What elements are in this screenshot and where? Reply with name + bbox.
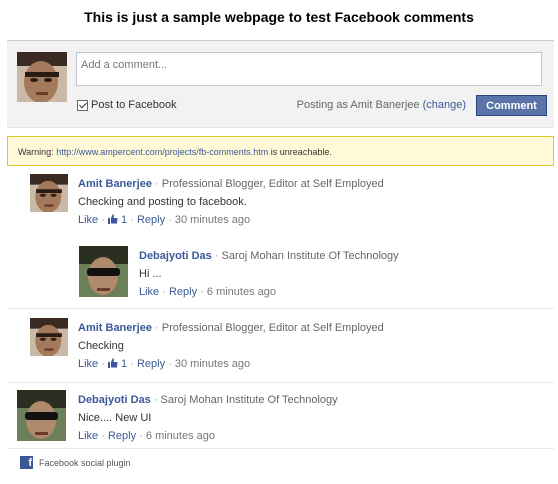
- reply-link[interactable]: Reply: [137, 358, 165, 370]
- likes-count[interactable]: 1: [107, 214, 130, 226]
- comment-time[interactable]: 6 minutes ago: [207, 286, 276, 298]
- divider: [7, 448, 554, 449]
- author-avatar[interactable]: [17, 390, 66, 441]
- comment-button[interactable]: Comment: [476, 95, 547, 116]
- comment-actions: Like · 1 · Reply · 30 minutes ago: [78, 358, 251, 370]
- warning-prefix: Warning:: [18, 147, 54, 157]
- user-avatar: [17, 52, 67, 102]
- author-avatar[interactable]: [79, 246, 128, 297]
- comment-author-link[interactable]: Amit Banerjee: [78, 322, 152, 334]
- post-to-facebook-option[interactable]: Post to Facebook: [77, 99, 177, 111]
- separator: ·: [155, 178, 159, 190]
- author-avatar[interactable]: [30, 318, 68, 356]
- like-link[interactable]: Like: [139, 286, 159, 298]
- thumbs-up-icon: [107, 358, 118, 368]
- comment-author-subtitle: Saroj Mohan Institute Of Technology: [221, 250, 399, 262]
- like-link[interactable]: Like: [78, 214, 98, 226]
- comment-author-subtitle: Saroj Mohan Institute Of Technology: [160, 394, 338, 406]
- likes-count-value: 1: [121, 214, 128, 226]
- warning-suffix: is unreachable.: [270, 147, 332, 157]
- posting-as: Posting as Amit Banerjee (change): [297, 99, 466, 111]
- comment-author-link[interactable]: Amit Banerjee: [78, 178, 152, 190]
- social-plugin-link[interactable]: Facebook social plugin: [39, 458, 131, 468]
- warning-banner: Warning: http://www.ampercent.com/projec…: [7, 136, 554, 166]
- comment-time[interactable]: 30 minutes ago: [175, 358, 250, 370]
- divider: [7, 308, 554, 309]
- comment-text: Checking: [78, 340, 124, 352]
- comment-author-link[interactable]: Debajyoti Das: [78, 394, 151, 406]
- thumbs-up-icon: [107, 214, 118, 224]
- like-link[interactable]: Like: [78, 430, 98, 442]
- likes-count-value: 1: [121, 358, 128, 370]
- facebook-icon[interactable]: f: [20, 456, 33, 469]
- page-title: This is just a sample webpage to test Fa…: [84, 9, 474, 25]
- comment-actions: Like · 1 · Reply · 30 minutes ago: [78, 214, 251, 226]
- comment-actions: Like · Reply · 6 minutes ago: [139, 286, 277, 298]
- like-link[interactable]: Like: [78, 358, 98, 370]
- comment-time[interactable]: 6 minutes ago: [146, 430, 215, 442]
- reply-link[interactable]: Reply: [169, 286, 197, 298]
- comment-text: Nice.... New UI: [78, 412, 152, 424]
- social-plugin-footer: f Facebook social plugin: [20, 456, 131, 469]
- comment-time[interactable]: 30 minutes ago: [175, 214, 250, 226]
- post-to-facebook-checkbox[interactable]: [77, 99, 88, 111]
- comment-author-link[interactable]: Debajyoti Das: [139, 250, 212, 262]
- change-user-link[interactable]: (change): [423, 99, 466, 111]
- comment-composer: Add a comment... Post to Facebook Postin…: [7, 40, 554, 128]
- comment-author-subtitle: Professional Blogger, Editor at Self Emp…: [161, 178, 384, 190]
- comment-input[interactable]: Add a comment...: [76, 52, 542, 86]
- divider: [7, 382, 554, 383]
- warning-url-link[interactable]: http://www.ampercent.com/projects/fb-com…: [56, 147, 268, 157]
- posting-as-text: Posting as Amit Banerjee: [296, 99, 420, 111]
- reply-link[interactable]: Reply: [108, 430, 136, 442]
- reply-link[interactable]: Reply: [137, 214, 165, 226]
- comment-text: Checking and posting to facebook.: [78, 196, 247, 208]
- author-avatar[interactable]: [30, 174, 68, 212]
- likes-count[interactable]: 1: [107, 358, 130, 370]
- comment-author-subtitle: Professional Blogger, Editor at Self Emp…: [161, 322, 384, 334]
- comment-actions: Like · Reply · 6 minutes ago: [78, 430, 216, 442]
- comment-text: Hi ...: [139, 268, 162, 280]
- post-to-facebook-label: Post to Facebook: [91, 99, 177, 111]
